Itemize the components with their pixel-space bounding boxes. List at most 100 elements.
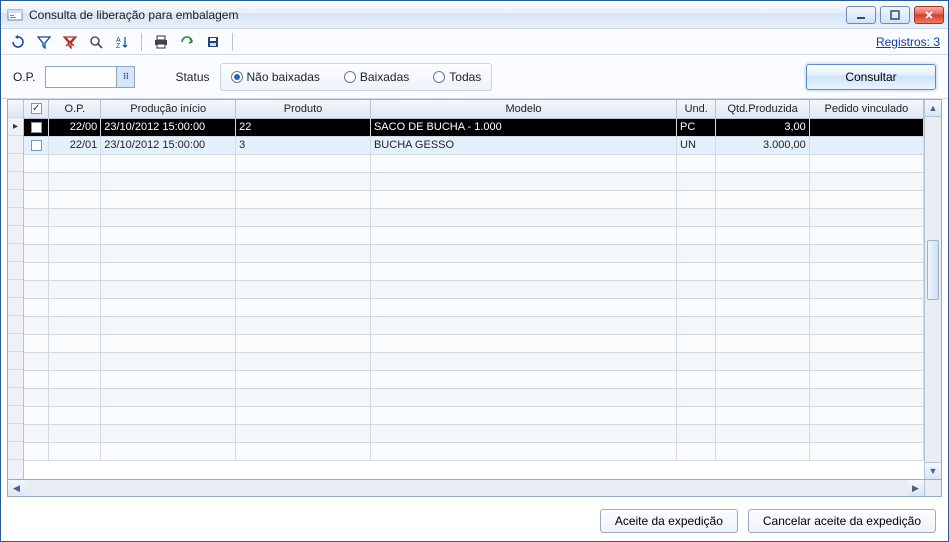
- row-indicator[interactable]: [8, 352, 23, 370]
- svg-text:Z: Z: [116, 43, 121, 49]
- row-indicator[interactable]: [8, 280, 23, 298]
- op-input[interactable]: [46, 67, 116, 87]
- radio-dot-icon: [433, 71, 445, 83]
- row-indicator[interactable]: [8, 262, 23, 280]
- table-row-empty: [24, 280, 924, 298]
- find-icon[interactable]: [87, 33, 105, 51]
- op-lookup-button[interactable]: ⁝⁝: [116, 67, 134, 87]
- table-row[interactable]: 22/0023/10/2012 15:00:0022SACO DE BUCHA …: [24, 118, 924, 136]
- row-indicator[interactable]: [8, 136, 23, 154]
- radio-todas[interactable]: Todas: [433, 70, 481, 84]
- clear-filter-icon[interactable]: [61, 33, 79, 51]
- app-window: Consulta de liberação para embalagem AZ …: [0, 0, 949, 542]
- col-prod-inicio[interactable]: Produção início: [101, 100, 236, 118]
- table-row-empty: [24, 442, 924, 460]
- print-icon[interactable]: [152, 33, 170, 51]
- radio-dot-icon: [231, 71, 243, 83]
- table-row-empty: [24, 172, 924, 190]
- row-gutter: ▸: [8, 100, 24, 479]
- row-indicator[interactable]: [8, 172, 23, 190]
- refresh-icon[interactable]: [9, 33, 27, 51]
- toolbar-sep-2: [232, 33, 233, 51]
- status-radio-group: Não baixadas Baixadas Todas: [220, 63, 493, 91]
- vertical-scrollbar[interactable]: ▲ ▼: [924, 100, 941, 479]
- scroll-thumb[interactable]: [927, 240, 939, 300]
- scroll-down-icon[interactable]: ▼: [925, 462, 941, 479]
- table-row-empty: [24, 190, 924, 208]
- table-row-empty: [24, 388, 924, 406]
- table-row[interactable]: 22/0123/10/2012 15:00:003BUCHA GESSOUN3.…: [24, 136, 924, 154]
- scroll-corner: [924, 480, 941, 496]
- scroll-up-icon[interactable]: ▲: [925, 100, 941, 117]
- export-icon[interactable]: [178, 33, 196, 51]
- col-und[interactable]: Und.: [677, 100, 716, 118]
- table-row-empty: [24, 316, 924, 334]
- filter-icon[interactable]: [35, 33, 53, 51]
- table-row-empty: [24, 262, 924, 280]
- col-pedido-vinculado[interactable]: Pedido vinculado: [809, 100, 923, 118]
- horizontal-scrollbar[interactable]: ◀ ▶: [7, 480, 942, 497]
- current-row-pointer-icon: ▸: [13, 121, 18, 132]
- row-indicator[interactable]: [8, 298, 23, 316]
- table-row-empty: [24, 424, 924, 442]
- window-title: Consulta de liberação para embalagem: [29, 8, 846, 22]
- col-check[interactable]: [24, 100, 49, 118]
- op-label: O.P.: [13, 70, 35, 84]
- table-row-empty: [24, 352, 924, 370]
- grid: ▸ O.P. Produção início Produto Modelo: [7, 99, 942, 480]
- row-checkbox[interactable]: [31, 122, 42, 133]
- close-button[interactable]: [914, 6, 944, 24]
- sort-icon[interactable]: AZ: [113, 33, 131, 51]
- scroll-right-icon[interactable]: ▶: [907, 480, 924, 496]
- consult-button[interactable]: Consultar: [806, 64, 936, 90]
- maximize-button[interactable]: [880, 6, 910, 24]
- radio-baixadas[interactable]: Baixadas: [344, 70, 409, 84]
- row-indicator[interactable]: [8, 406, 23, 424]
- window-buttons: [846, 6, 944, 24]
- accept-expedition-button[interactable]: Aceite da expedição: [600, 509, 738, 533]
- grid-table[interactable]: O.P. Produção início Produto Modelo Und.…: [24, 100, 924, 479]
- gutter-header: [8, 100, 23, 118]
- cancel-accept-expedition-button[interactable]: Cancelar aceite da expedição: [748, 509, 936, 533]
- op-input-wrap: ⁝⁝: [45, 66, 135, 88]
- table-row-empty: [24, 244, 924, 262]
- hscroll-track[interactable]: [25, 480, 907, 496]
- table-row-empty: [24, 406, 924, 424]
- row-indicator[interactable]: [8, 334, 23, 352]
- table-row-empty: [24, 208, 924, 226]
- app-icon: [7, 7, 23, 23]
- row-indicator[interactable]: [8, 370, 23, 388]
- row-indicator[interactable]: ▸: [8, 118, 23, 136]
- table-row-empty: [24, 154, 924, 172]
- row-indicator[interactable]: [8, 208, 23, 226]
- minimize-button[interactable]: [846, 6, 876, 24]
- radio-nao-baixadas[interactable]: Não baixadas: [231, 70, 320, 84]
- checkbox-header-icon: [31, 103, 42, 114]
- row-indicator[interactable]: [8, 442, 23, 460]
- save-icon[interactable]: [204, 33, 222, 51]
- toolbar: AZ Registros: 3: [1, 29, 948, 55]
- col-op[interactable]: O.P.: [49, 100, 101, 118]
- table-row-empty: [24, 334, 924, 352]
- row-checkbox[interactable]: [31, 140, 42, 151]
- row-indicator[interactable]: [8, 388, 23, 406]
- table-row-empty: [24, 226, 924, 244]
- col-qtd-produzida[interactable]: Qtd.Produzida: [716, 100, 809, 118]
- row-indicator[interactable]: [8, 316, 23, 334]
- filter-bar: O.P. ⁝⁝ Status Não baixadas Baixadas Tod…: [1, 55, 948, 99]
- scroll-left-icon[interactable]: ◀: [8, 480, 25, 496]
- row-indicator[interactable]: [8, 190, 23, 208]
- row-indicator[interactable]: [8, 424, 23, 442]
- radio-dot-icon: [344, 71, 356, 83]
- table-row-empty: [24, 298, 924, 316]
- row-indicator[interactable]: [8, 244, 23, 262]
- row-indicator[interactable]: [8, 226, 23, 244]
- col-produto[interactable]: Produto: [236, 100, 371, 118]
- row-indicator[interactable]: [8, 154, 23, 172]
- status-label: Status: [175, 70, 209, 84]
- footer: Aceite da expedição Cancelar aceite da e…: [1, 501, 948, 541]
- records-link[interactable]: Registros: 3: [876, 35, 940, 49]
- grid-header-row: O.P. Produção início Produto Modelo Und.…: [24, 100, 924, 118]
- col-modelo[interactable]: Modelo: [370, 100, 676, 118]
- toolbar-sep: [141, 33, 142, 51]
